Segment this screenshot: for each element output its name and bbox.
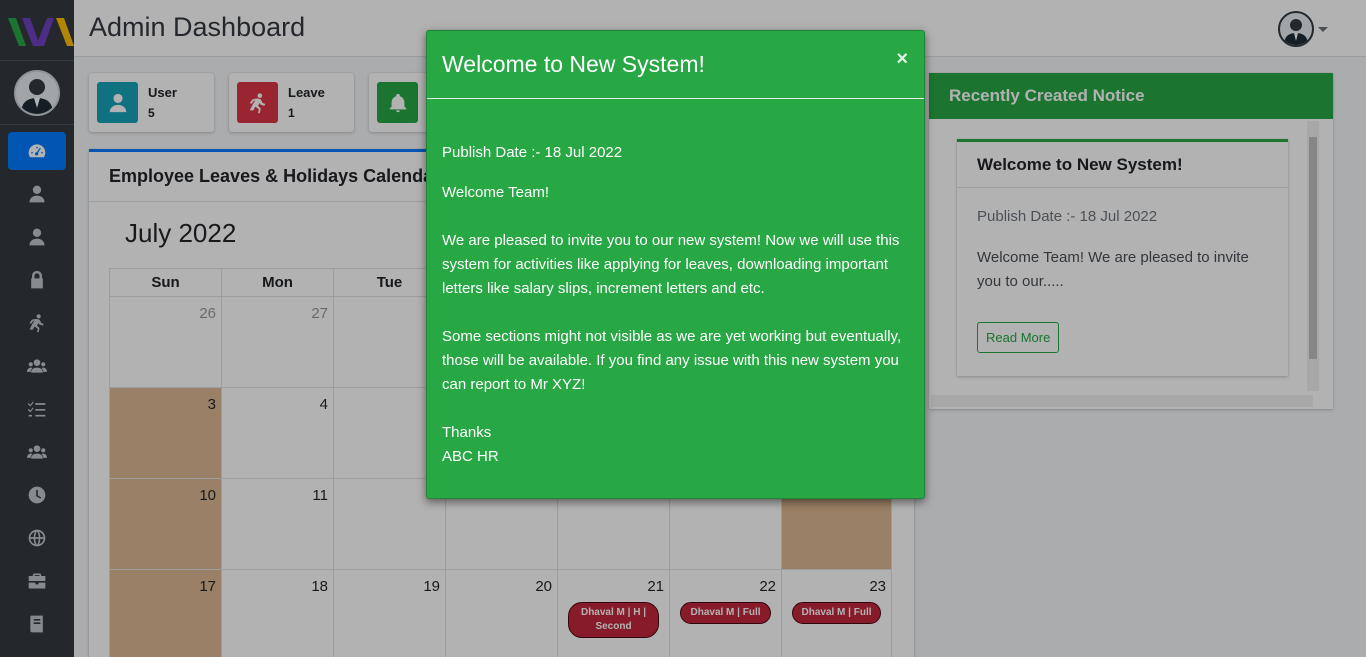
modal-signature: ABC HR — [442, 448, 499, 465]
modal-divider — [427, 98, 924, 99]
modal-greeting: Welcome Team! — [442, 184, 549, 201]
modal-publish-date: Publish Date :- 18 Jul 2022 — [442, 144, 623, 161]
modal-paragraph-1: We are pleased to invite you to our new … — [442, 232, 900, 297]
modal-title: Welcome to New System! — [442, 51, 705, 77]
close-icon[interactable]: × — [896, 48, 908, 71]
modal-body: Publish Date :- 18 Jul 2022 Welcome Team… — [442, 141, 912, 469]
modal-signoff: Thanks — [442, 424, 492, 441]
modal-paragraph-2: Some sections might not visible as we ar… — [442, 328, 902, 393]
welcome-modal: Welcome to New System! × Publish Date :-… — [426, 30, 925, 499]
